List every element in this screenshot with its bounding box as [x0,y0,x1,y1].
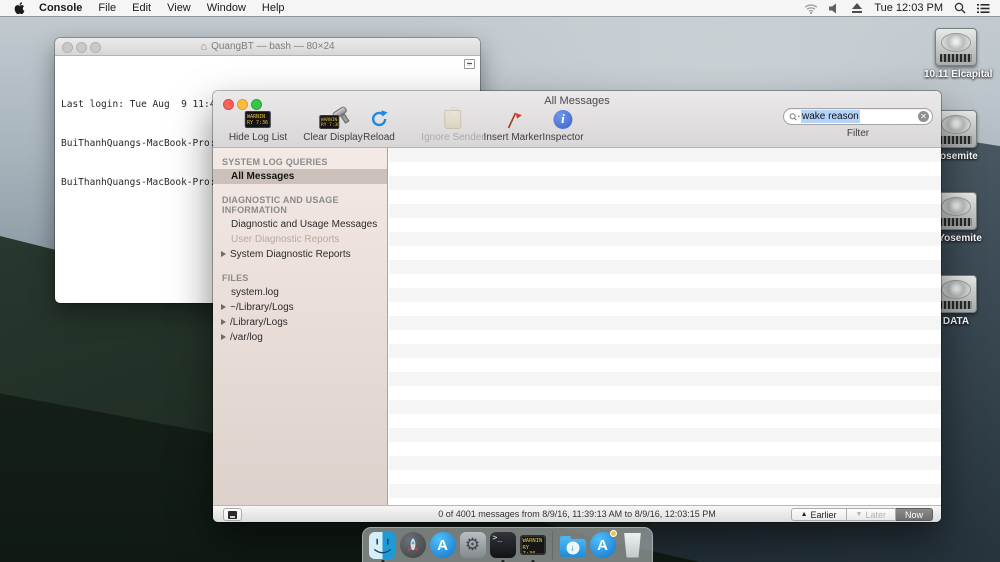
system-preferences-icon: ⚙ [460,532,486,558]
hard-drive-icon [935,192,977,230]
reload-icon [369,108,389,130]
insert-marker-button[interactable]: Insert Marker [484,108,543,143]
disclosure-triangle-icon[interactable] [221,251,226,257]
desktop-volume[interactable]: 10.11 Elcapital [924,28,988,80]
dock-item-trash[interactable] [619,532,646,559]
sidebar-item-user-library-logs[interactable]: ~/Library/Logs [213,300,387,315]
menu-window[interactable]: Window [207,2,246,14]
sidebar-item-system-log[interactable]: system.log [213,285,387,300]
app-store-icon: A [430,532,456,558]
filter-text-selected: wake reason [801,110,860,123]
earlier-button[interactable]: ▲Earlier [791,508,847,521]
dock-item-launchpad[interactable] [399,532,426,559]
dock-separator [552,531,553,560]
disclosure-triangle-icon[interactable] [221,334,226,340]
menu-help[interactable]: Help [262,2,285,14]
clear-display-button[interactable]: WARNINRY 7:36 Clear Display [303,108,362,143]
disclosure-triangle-icon[interactable] [221,304,226,310]
apple-menu[interactable] [12,1,25,15]
scroll-segmented-control: ▲Earlier ▼Later Now [791,508,933,521]
ignore-sender-button: Ignore Sender [421,108,484,143]
search-icon [789,112,801,122]
sidebar-item-system-diagnostic-reports[interactable]: System Diagnostic Reports [213,247,387,262]
filter-clear-button[interactable]: ✕ [918,111,929,122]
reload-button[interactable]: Reload [363,108,395,143]
later-button: ▼Later [847,508,896,521]
menu-bar: Console File Edit View Window Help [0,0,1000,16]
sidebar-item-diagnostic-messages[interactable]: Diagnostic and Usage Messages [213,217,387,232]
downloads-folder-icon: ↓ [560,539,586,557]
up-arrow-icon: ▲ [801,509,808,521]
notification-badge [610,530,617,537]
inspector-icon: i [553,110,572,129]
dock-item-system-preferences[interactable]: ⚙ [459,532,486,559]
eject-icon[interactable] [851,3,863,14]
home-icon: ⌂ [200,42,207,52]
hard-drive-icon [935,275,977,313]
volume-label: 10.11 Elcapital [924,69,988,80]
dock-item-console[interactable]: WARNINRY 7:36 [519,532,546,559]
now-button[interactable]: Now [896,508,933,521]
filter-group: wake reason ✕ Filter [783,108,933,139]
hard-drive-icon [935,110,977,148]
menu-file[interactable]: File [98,2,116,14]
menu-edit[interactable]: Edit [132,2,151,14]
down-arrow-icon: ▼ [856,509,863,521]
terminal-title-bar[interactable]: ⌂ QuangBT — bash — 80×24 [55,38,480,56]
filter-search-field[interactable]: wake reason ✕ [783,108,933,125]
console-window[interactable]: All Messages WARNINRY 7:36 Hide Log List… [213,91,941,522]
log-list-sidebar: SYSTEM LOG QUERIES All Messages DIAGNOST… [213,148,388,505]
console-toolbar: All Messages WARNINRY 7:36 Hide Log List… [213,91,941,148]
hard-drive-icon [935,28,977,66]
launchpad-icon [400,532,426,558]
insert-marker-icon [503,108,523,130]
sidebar-item-all-messages[interactable]: All Messages [213,169,387,184]
terminal-icon: >_ [490,532,516,558]
window-title: All Messages [213,95,941,107]
volume-icon[interactable] [829,3,840,14]
ignore-sender-icon [444,110,461,129]
dock-item-finder[interactable] [369,532,396,559]
finder-icon [369,532,396,559]
log-list-icon: WARNINRY 7:36 [245,111,271,128]
dock: A ⚙ >_ WARNINRY 7:36 ↓ A [362,527,653,562]
sidebar-item-library-logs[interactable]: /Library/Logs [213,315,387,330]
sidebar-section-header: SYSTEM LOG QUERIES [213,153,387,169]
dock-item-app-store[interactable]: A [429,532,456,559]
dock-item-downloads[interactable]: ↓ [559,532,586,559]
wifi-icon[interactable] [804,3,818,14]
notification-center-icon[interactable] [977,3,990,14]
active-app-menu[interactable]: Console [39,2,82,14]
zoom-button[interactable] [90,42,101,53]
sidebar-section-header: FILES [213,269,387,285]
inspector-button[interactable]: i Inspector [542,108,583,143]
menu-bar-clock[interactable]: Tue 12:03 PM [874,2,943,14]
trash-icon [623,533,643,558]
sidebar-item-var-log[interactable]: /var/log [213,330,387,345]
menu-view[interactable]: View [167,2,191,14]
terminal-window-title: ⌂ QuangBT — bash — 80×24 [200,41,334,52]
dock-item-app-store-alias[interactable]: A [589,532,616,559]
terminal-marker-icon [464,59,475,69]
sidebar-item-user-diagnostic-reports: User Diagnostic Reports [213,232,387,247]
sidebar-section-header: DIAGNOSTIC AND USAGE INFORMATION [213,191,387,217]
filter-label: Filter [783,128,933,139]
apple-icon [12,1,25,15]
status-bar: 0 of 4001 messages from 8/9/16, 11:39:13… [213,505,941,522]
minimize-button[interactable] [76,42,87,53]
clear-display-icon: WARNINRY 7:36 [319,109,347,129]
dock-item-terminal[interactable]: >_ [489,532,516,559]
console-icon: WARNINRY 7:36 [520,535,546,555]
disclosure-triangle-icon[interactable] [221,319,226,325]
hide-log-list-button[interactable]: WARNINRY 7:36 Hide Log List [229,108,287,143]
close-button[interactable] [62,42,73,53]
message-list[interactable] [389,148,941,505]
desktop: Console File Edit View Window Help [0,0,1000,562]
spotlight-icon[interactable] [954,2,966,14]
